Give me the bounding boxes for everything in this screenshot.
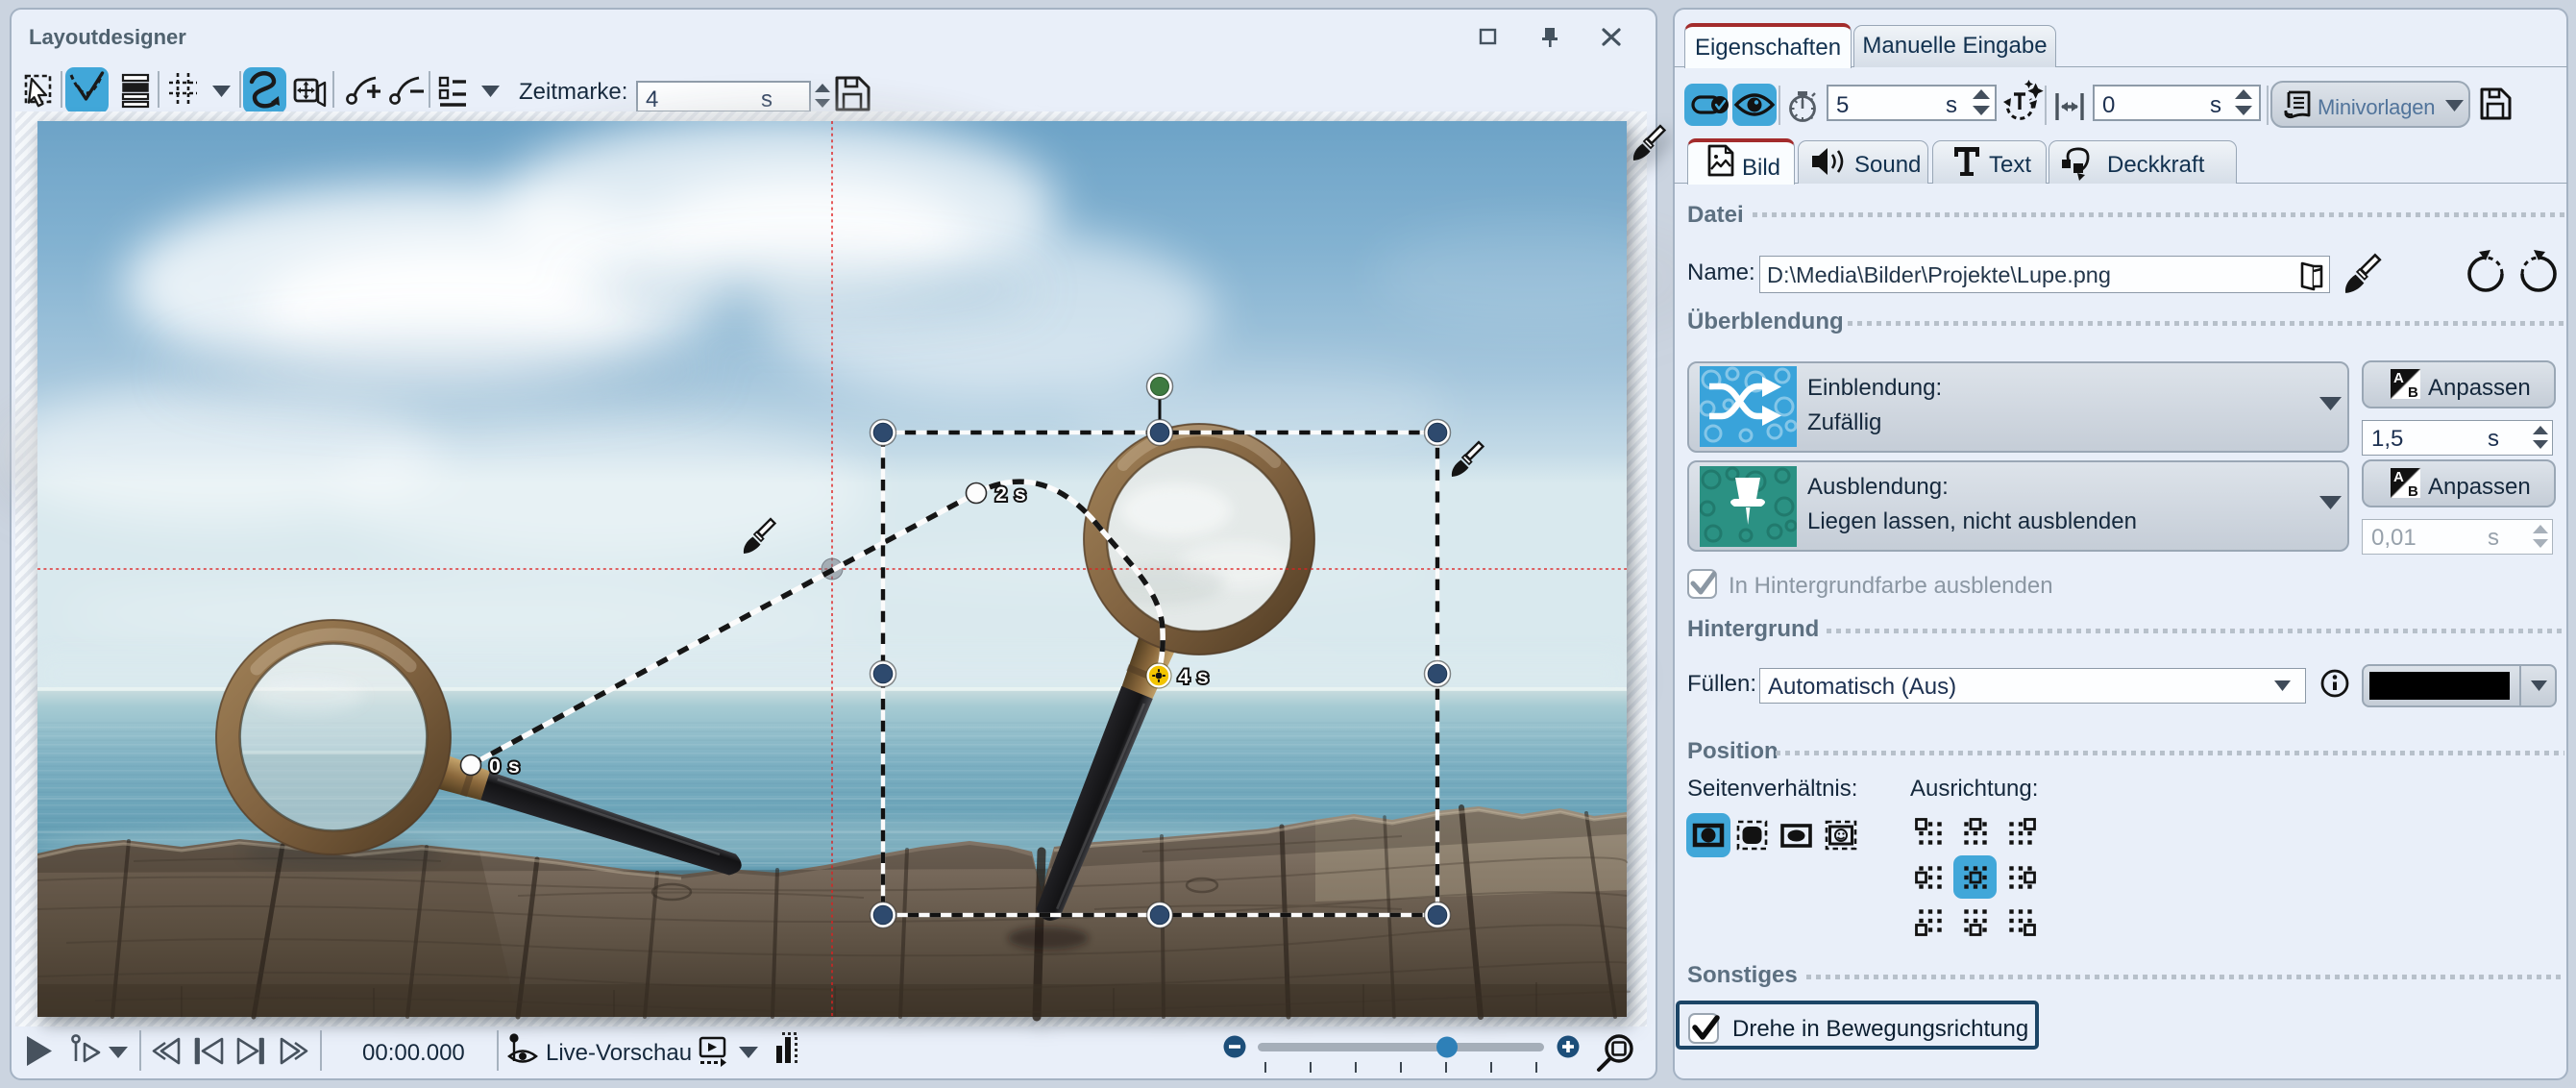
svg-text:A: A [2393, 469, 2404, 485]
svg-text:B: B [2408, 483, 2418, 500]
svg-text:B: B [2408, 384, 2418, 401]
svg-text:A: A [2393, 370, 2404, 386]
svg-text:2 s: 2 s [995, 482, 1027, 506]
svg-text:4 s: 4 s [1178, 665, 1210, 688]
svg-text:0 s: 0 s [489, 754, 521, 778]
